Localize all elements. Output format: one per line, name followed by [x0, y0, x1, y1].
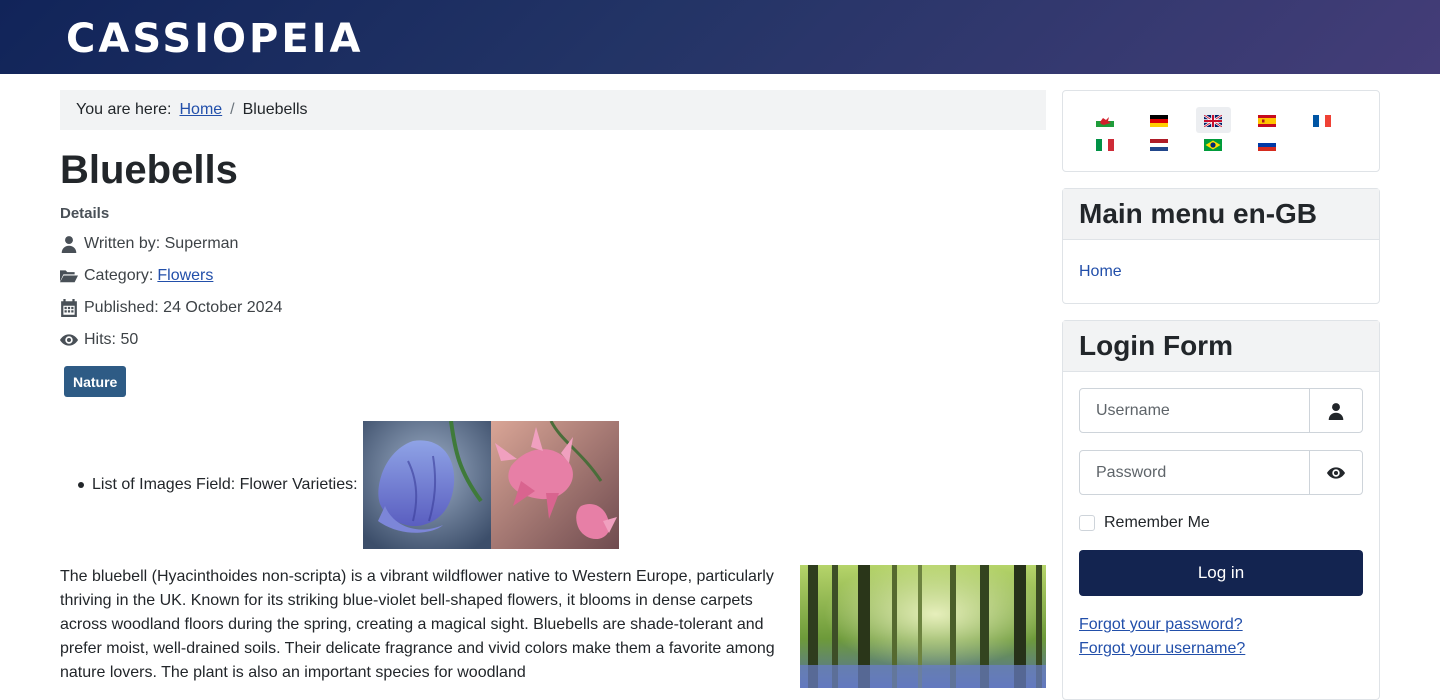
eye-icon — [1327, 466, 1345, 479]
calendar-icon — [61, 299, 77, 317]
tag-nature[interactable]: Nature — [64, 366, 127, 397]
language-switcher — [1062, 90, 1380, 172]
folder-open-icon — [60, 270, 78, 283]
remember-me-label: Remember Me — [1104, 514, 1210, 531]
article-details: Details Written by: Superman Category: F… — [60, 205, 282, 356]
details-heading: Details — [60, 205, 110, 222]
flag-brazil-icon[interactable] — [1204, 139, 1222, 151]
menu-item-home[interactable]: Home — [1079, 263, 1122, 281]
password-input[interactable] — [1080, 451, 1309, 494]
username-addon — [1309, 389, 1362, 432]
forgot-username-link[interactable]: Forgot your username? — [1079, 640, 1245, 658]
bluebell-forest-image — [800, 565, 1046, 688]
author-row: Written by: Superman — [60, 228, 282, 260]
page-title: Bluebells — [60, 148, 238, 192]
login-form-title: Login Form — [1063, 321, 1379, 372]
user-icon — [1328, 402, 1344, 420]
username-input[interactable] — [1080, 389, 1309, 432]
flag-italy-icon[interactable] — [1096, 139, 1114, 151]
category-row: Category: Flowers — [60, 260, 282, 292]
hits-text: Hits: 50 — [84, 331, 139, 348]
site-brand-logo[interactable]: CASSIOPEIA — [66, 16, 364, 62]
user-icon — [61, 236, 77, 253]
breadcrumb-home-link[interactable]: Home — [179, 101, 222, 119]
main-menu-title: Main menu en-GB — [1063, 189, 1379, 240]
flag-netherlands-icon[interactable] — [1150, 139, 1168, 151]
flag-germany-icon[interactable] — [1150, 115, 1168, 127]
published-row: Published: 24 October 2024 — [60, 292, 282, 324]
main-menu-module: Main menu en-GB Home — [1062, 188, 1380, 304]
breadcrumb-label: You are here: — [76, 101, 172, 118]
remember-me-checkbox[interactable] — [1079, 515, 1095, 531]
eye-icon — [60, 334, 78, 346]
password-group — [1079, 450, 1363, 495]
remember-me[interactable]: Remember Me — [1079, 514, 1210, 532]
breadcrumb-current: Bluebells — [242, 101, 308, 118]
author-text: Written by: Superman — [84, 235, 239, 252]
pink-flower-image — [490, 421, 619, 549]
bluebell-flower-image — [362, 421, 491, 549]
forgot-password-link[interactable]: Forgot your password? — [1079, 616, 1243, 634]
field-label: List of Images Field: Flower Varieties: — [92, 476, 358, 493]
flag-russia-icon[interactable] — [1258, 139, 1276, 151]
article-body: The bluebell (Hyacinthoides non-scripta)… — [60, 568, 775, 681]
show-password-button[interactable] — [1309, 451, 1362, 494]
category-label: Category: — [84, 267, 154, 284]
flag-spain-icon[interactable] — [1258, 115, 1276, 127]
published-text: Published: 24 October 2024 — [84, 299, 283, 316]
breadcrumb-separator: / — [230, 101, 235, 118]
hits-row: Hits: 50 — [60, 324, 282, 356]
flag-uk-icon[interactable] — [1204, 115, 1222, 127]
list-bullet — [78, 482, 84, 488]
breadcrumb: You are here: Home / Bluebells — [60, 90, 1046, 130]
login-module: Login Form Remember Me Log in Forgot you… — [1062, 320, 1380, 700]
flag-wales-icon[interactable] — [1096, 115, 1114, 127]
flag-france-icon[interactable] — [1313, 115, 1331, 127]
login-button[interactable]: Log in — [1079, 550, 1363, 596]
images-field-list: List of Images Field: Flower Varieties: — [78, 421, 619, 549]
site-header: CASSIOPEIA — [0, 0, 1440, 74]
category-link[interactable]: Flowers — [157, 267, 213, 285]
username-group — [1079, 388, 1363, 433]
